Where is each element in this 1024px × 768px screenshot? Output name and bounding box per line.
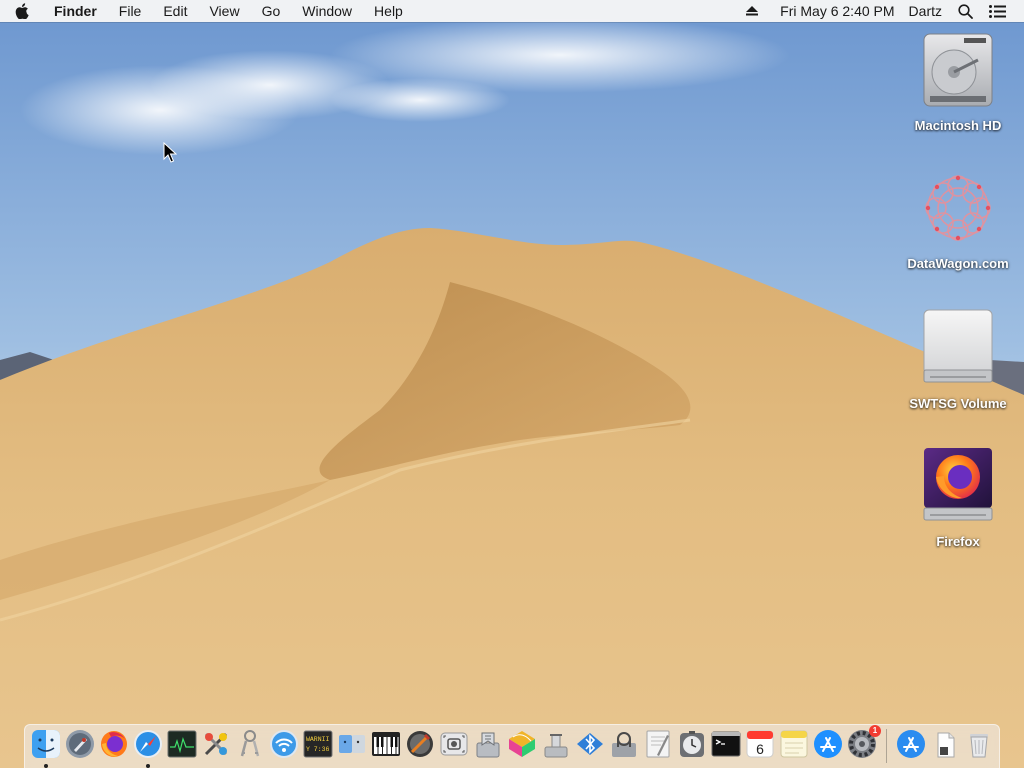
menu-go[interactable]: Go bbox=[251, 0, 292, 22]
desktop-icon-label: DataWagon.com bbox=[907, 256, 1009, 271]
desktop-icon-swtsg-volume[interactable]: SWTSG Volume bbox=[903, 308, 1013, 411]
notification-badge: 1 bbox=[869, 725, 881, 737]
dock-keychain-access[interactable] bbox=[235, 729, 265, 759]
dock-audio-midi-setup[interactable] bbox=[371, 729, 401, 759]
desktop-icon-firefox[interactable]: Firefox bbox=[903, 446, 1013, 549]
audio-midi-setup-icon bbox=[372, 732, 400, 756]
directory-utility-icon bbox=[407, 731, 433, 757]
desktop-icon-datawagon[interactable]: DataWagon.com bbox=[903, 168, 1013, 271]
safari-icon bbox=[134, 730, 162, 758]
dock-separator bbox=[886, 729, 887, 763]
migration-assistant-icon bbox=[339, 735, 365, 753]
notes-icon bbox=[780, 730, 808, 758]
dock-notes[interactable] bbox=[779, 729, 809, 759]
menu-window[interactable]: Window bbox=[291, 0, 363, 22]
menubar-user[interactable]: Dartz bbox=[903, 0, 950, 22]
dock-trash[interactable] bbox=[964, 729, 994, 759]
menu-file[interactable]: File bbox=[108, 0, 153, 22]
dock-activity-monitor[interactable] bbox=[167, 729, 197, 759]
menu-view[interactable]: View bbox=[198, 0, 250, 22]
finder-icon bbox=[32, 730, 60, 758]
calendar-day: 6 bbox=[756, 741, 764, 757]
dock-console[interactable]: WARNII Y 7:36 bbox=[303, 729, 333, 759]
eject-icon[interactable] bbox=[738, 0, 766, 22]
trash-icon bbox=[970, 734, 988, 758]
dock-grapher[interactable] bbox=[507, 729, 537, 759]
app-store-icon bbox=[814, 730, 842, 758]
desktop-icon-label: Macintosh HD bbox=[914, 118, 1002, 133]
dock-documents-stack[interactable] bbox=[930, 729, 960, 759]
dock-calendar[interactable]: 6 bbox=[745, 729, 775, 759]
dock-migration-assistant[interactable] bbox=[337, 729, 367, 759]
dock-time-machine[interactable] bbox=[677, 729, 707, 759]
bluetooth-file-exchange-icon bbox=[577, 733, 603, 755]
dock-applications-folder[interactable] bbox=[896, 729, 926, 759]
menu-edit[interactable]: Edit bbox=[152, 0, 198, 22]
desktop-wallpaper bbox=[0, 0, 1024, 768]
firefox-icon bbox=[101, 731, 127, 757]
menubar-clock[interactable]: Fri May 6 2:40 PM bbox=[766, 0, 902, 22]
dock-disk-utility[interactable] bbox=[473, 729, 503, 759]
launchpad-icon bbox=[66, 730, 94, 758]
grapher-icon bbox=[509, 731, 535, 757]
dock-safari[interactable] bbox=[133, 729, 163, 768]
dock-bluetooth-file-exchange[interactable] bbox=[575, 729, 605, 759]
desktop-icon-label: Firefox bbox=[936, 534, 980, 549]
system-information-icon bbox=[612, 732, 636, 757]
dock-wireless-diagnostics[interactable] bbox=[269, 729, 299, 759]
dock: WARNII Y 7:36 6 1 bbox=[24, 724, 1000, 768]
running-indicator bbox=[146, 764, 150, 768]
dock-app-store[interactable] bbox=[813, 729, 843, 759]
apple-logo-icon[interactable] bbox=[0, 0, 44, 22]
dock-terminal[interactable] bbox=[711, 729, 741, 759]
console-icon: WARNII Y 7:36 bbox=[303, 730, 333, 758]
activity-monitor-icon bbox=[167, 730, 197, 758]
dock-script-editor[interactable] bbox=[643, 729, 673, 759]
colorsync-utility-icon bbox=[204, 732, 228, 756]
menu-finder[interactable]: Finder bbox=[44, 0, 108, 22]
console-text-line-1: WARNII bbox=[306, 736, 330, 743]
internal-hard-drive-icon bbox=[918, 30, 998, 110]
disk-utility-icon bbox=[476, 732, 500, 758]
documents-stack-icon bbox=[937, 732, 955, 758]
boot-camp-assistant-icon bbox=[544, 734, 568, 758]
dock-firefox[interactable] bbox=[99, 729, 129, 759]
running-indicator bbox=[44, 764, 48, 768]
dock-system-preferences[interactable]: 1 bbox=[847, 725, 881, 759]
time-machine-icon bbox=[680, 731, 704, 757]
desktop-icon-macintosh-hd[interactable]: Macintosh HD bbox=[903, 30, 1013, 133]
desktop-icon-label: SWTSG Volume bbox=[909, 396, 1007, 411]
firefox-disk-image-icon bbox=[918, 446, 998, 526]
console-text-line-2: Y 7:36 bbox=[306, 746, 330, 753]
dock-directory-utility[interactable] bbox=[405, 729, 435, 759]
screenshot-icon bbox=[440, 732, 468, 756]
calendar-icon: 6 bbox=[746, 730, 774, 758]
dock-screenshot[interactable] bbox=[439, 729, 469, 759]
menu-help[interactable]: Help bbox=[363, 0, 414, 22]
wireless-diagnostics-icon bbox=[270, 730, 298, 758]
datawagon-logo-icon bbox=[918, 168, 998, 248]
applications-folder-icon bbox=[897, 730, 925, 758]
menu-bar: Finder File Edit View Go Window Help Fri… bbox=[0, 0, 1024, 22]
notification-center-icon[interactable] bbox=[981, 0, 1014, 22]
spotlight-search-icon[interactable] bbox=[950, 0, 981, 22]
dock-boot-camp-assistant[interactable] bbox=[541, 729, 571, 759]
script-editor-icon bbox=[646, 730, 670, 758]
mouse-pointer-icon bbox=[163, 142, 177, 163]
keychain-access-icon bbox=[240, 730, 260, 757]
dock-finder[interactable] bbox=[31, 729, 61, 768]
dock-colorsync-utility[interactable] bbox=[201, 729, 231, 759]
dock-system-information[interactable] bbox=[609, 729, 639, 759]
terminal-icon bbox=[711, 731, 741, 757]
external-drive-icon bbox=[918, 308, 998, 388]
dock-launchpad[interactable] bbox=[65, 729, 95, 759]
